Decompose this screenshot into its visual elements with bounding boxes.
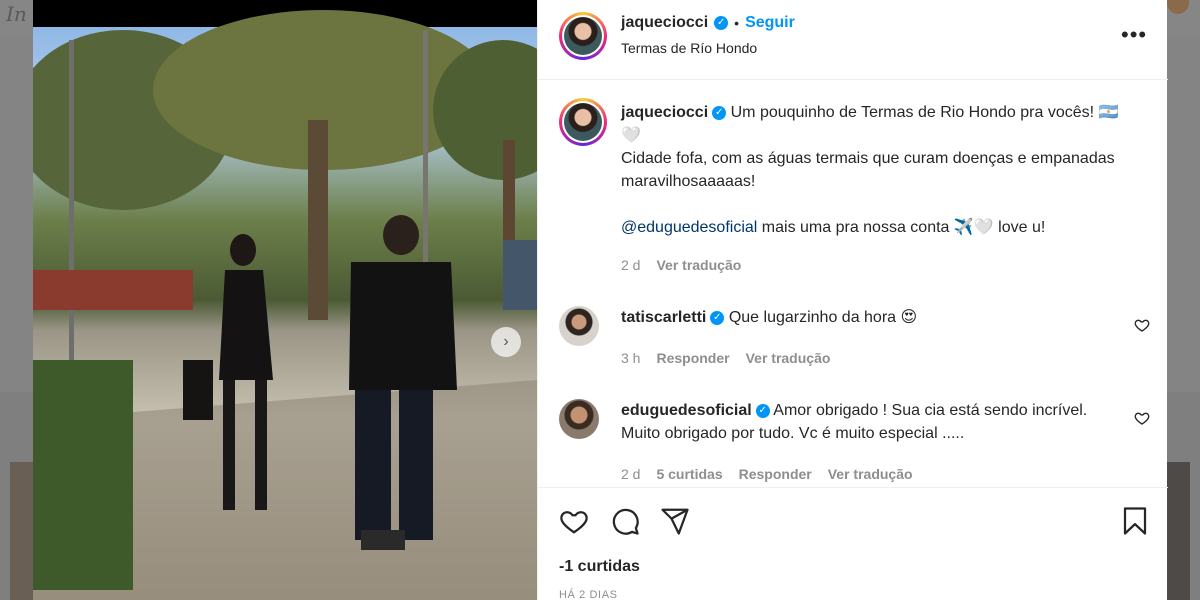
follow-button[interactable]: Seguir [745,14,795,32]
caption-username[interactable]: jaqueciocci [621,104,708,121]
comment-avatar[interactable] [559,306,599,346]
translate-link[interactable]: Ver tradução [828,466,913,482]
comment-heart-icon[interactable] [1134,317,1150,333]
comment-meta: 2 d 5 curtidas Responder Ver tradução [621,466,913,482]
comment-heart-icon[interactable] [1134,410,1150,426]
comment-time[interactable]: 2 d [621,466,640,482]
post-photo[interactable]: › [33,0,537,600]
background-thumbnail-left [10,462,33,600]
verified-badge-icon: ✓ [712,105,727,120]
background-feed-right [1167,37,1200,392]
heart-icon[interactable] [559,506,589,536]
separator-dot: • [734,15,740,31]
comment-username[interactable]: eduguedesoficial [621,402,752,419]
caption-avatar[interactable] [559,98,607,146]
caption-meta: 2 d Ver tradução [621,257,741,273]
background-feed-left [0,37,33,392]
chevron-right-icon: › [503,333,509,350]
post-modal: › jaqueciocci ✓ • Seguir Termas de Río H… [33,0,1168,600]
comment-avatar[interactable] [559,399,599,439]
caption-text: jaqueciocci ✓ Um pouquinho de Termas de R… [621,101,1121,239]
caption-time[interactable]: 2 d [621,257,640,273]
post-date: HÁ 2 DIAS [559,589,618,600]
bookmark-icon[interactable] [1120,506,1150,536]
reply-button[interactable]: Responder [656,350,729,366]
photo-scene [33,10,537,600]
reply-button[interactable]: Responder [739,466,812,482]
comment-username[interactable]: tatiscarletti [621,309,706,326]
verified-badge-icon: ✓ [710,310,725,325]
comment-icon[interactable] [610,506,640,536]
author-username[interactable]: jaqueciocci [621,14,708,32]
verified-badge-icon: ✓ [755,403,770,418]
comment-meta: 3 h Responder Ver tradução [621,350,830,366]
background-thumbnail-right [1167,462,1190,600]
verified-badge-icon: ✓ [714,16,729,30]
post-actions: -1 curtidas HÁ 2 DIAS [538,487,1168,600]
post-sidebar: jaqueciocci ✓ • Seguir Termas de Río Hon… [537,0,1168,600]
comment-body: Que lugarzinho da hora 😍 [728,309,918,326]
more-options-icon[interactable]: ••• [1121,22,1147,48]
carousel-next-button[interactable]: › [491,327,521,357]
post-header: jaqueciocci ✓ • Seguir Termas de Río Hon… [538,0,1168,80]
likes-count[interactable]: -1 curtidas [559,558,640,576]
comment-text: eduguedesoficial ✓ Amor obrigado ! Sua ci… [621,399,1121,445]
comments-list[interactable]: jaqueciocci ✓ Um pouquinho de Termas de R… [538,81,1168,487]
share-icon[interactable] [660,506,690,536]
author-row: jaqueciocci ✓ • Seguir [621,14,795,32]
caption-line-3: mais uma pra nossa conta ✈️🤍 love u! [757,219,1046,236]
translate-link[interactable]: Ver tradução [746,350,831,366]
caption-line-2: Cidade fofa, com as águas termais que cu… [621,150,1115,190]
comment-likes[interactable]: 5 curtidas [656,466,722,482]
comment-text: tatiscarletti ✓ Que lugarzinho da hora 😍 [621,306,1121,329]
comment-time[interactable]: 3 h [621,350,640,366]
post-location[interactable]: Termas de Río Hondo [621,40,757,56]
caption-mention[interactable]: @eduguedesoficial [621,219,757,236]
instagram-logo: In [6,2,27,26]
caption-translate-link[interactable]: Ver tradução [656,257,741,273]
author-avatar[interactable] [559,12,607,60]
